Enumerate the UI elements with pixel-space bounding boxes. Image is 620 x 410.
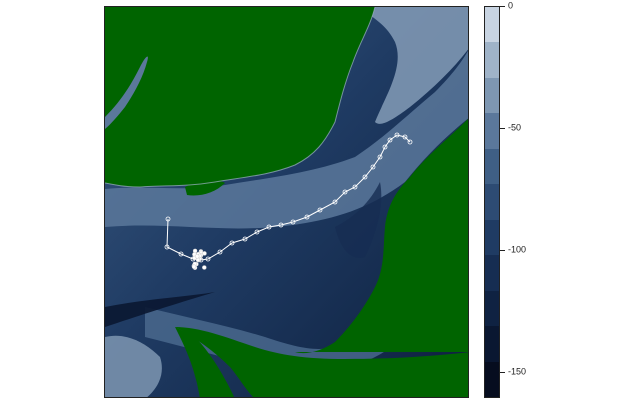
legend-band — [485, 148, 499, 185]
legend-tick-150 — [500, 372, 505, 373]
cluster-point — [195, 257, 201, 263]
legend-band — [485, 361, 499, 397]
legend-tick-label-0: 0 — [508, 0, 514, 11]
cluster-point — [191, 264, 197, 269]
legend-band — [485, 326, 499, 362]
bathymetry-map[interactable] — [104, 6, 469, 398]
cluster-point — [192, 248, 198, 254]
legend-tick-label-150: -150 — [508, 366, 527, 377]
legend-tick-50 — [500, 128, 505, 129]
legend-band — [485, 290, 499, 327]
legend-band — [485, 113, 499, 149]
legend-band — [485, 42, 499, 78]
legend-band — [485, 184, 499, 220]
legend-band — [485, 219, 499, 256]
legend-tick-100 — [500, 250, 505, 251]
legend-band — [485, 7, 499, 43]
legend-tick-label-50: -50 — [508, 122, 522, 133]
cluster-point — [194, 254, 200, 259]
legend-tick-0 — [500, 6, 505, 7]
legend-tick-label-100: -100 — [508, 244, 527, 255]
cluster-point — [202, 265, 207, 270]
legend-band — [485, 255, 499, 291]
legend-band — [485, 77, 499, 114]
map-canvas — [105, 7, 468, 397]
depth-legend-bar — [484, 6, 500, 398]
